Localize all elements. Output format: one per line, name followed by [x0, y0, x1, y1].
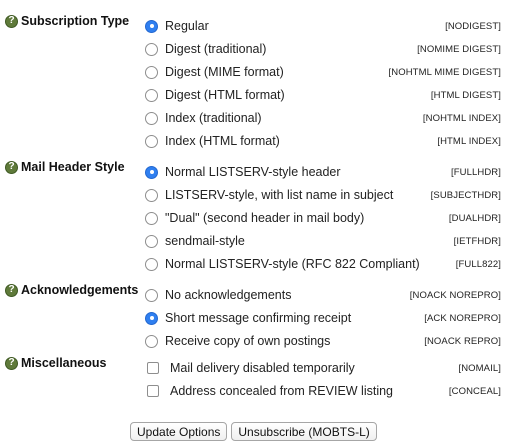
radio-button[interactable]	[145, 257, 158, 271]
option-code: [HTML INDEX]	[437, 135, 501, 147]
option-code: [CONCEAL]	[448, 385, 501, 397]
help-icon[interactable]: ?	[5, 356, 18, 370]
option-label: Mail delivery disabled temporarily	[170, 361, 355, 375]
option-label: Digest (HTML format)	[165, 88, 285, 102]
section-title: Subscription Type	[21, 14, 130, 28]
help-icon[interactable]: ?	[5, 160, 18, 174]
checkbox[interactable]	[147, 385, 159, 397]
option-label: "Dual" (second header in mail body)	[165, 211, 365, 225]
option-row[interactable]: Short message confirming receipt [ACK NOR…	[145, 309, 501, 327]
option-row[interactable]: sendmail-style [IETFHDR]	[145, 232, 501, 250]
section-header: ? Miscellaneous	[5, 356, 106, 370]
help-icon[interactable]: ?	[5, 14, 18, 28]
option-row[interactable]: "Dual" (second header in mail body) [DUAL…	[145, 209, 501, 227]
option-code: [ACK NOREPRO]	[424, 312, 501, 324]
option-code: [NODIGEST]	[445, 20, 501, 32]
option-code: [NOACK NOREPRO]	[409, 289, 501, 301]
section-header: ? Mail Header Style	[5, 160, 125, 174]
option-row[interactable]: Index (HTML format) [HTML INDEX]	[145, 132, 501, 150]
option-code: [FULLHDR]	[451, 166, 501, 178]
option-row[interactable]: Normal LISTSERV-style header [FULLHDR]	[145, 163, 501, 181]
option-label: LISTSERV-style, with list name in subjec…	[165, 188, 394, 202]
radio-button[interactable]	[145, 65, 158, 79]
update-options-button[interactable]: Update Options	[130, 422, 228, 441]
option-code: [NOHTML INDEX]	[422, 112, 501, 124]
option-code: [NOMIME DIGEST]	[417, 43, 501, 55]
section-title: Mail Header Style	[21, 160, 125, 174]
radio-button[interactable]	[145, 211, 158, 225]
radio-button[interactable]	[145, 234, 158, 248]
radio-button[interactable]	[145, 334, 158, 348]
option-label: Digest (traditional)	[165, 42, 267, 56]
option-code: [NOHTML MIME DIGEST]	[388, 66, 501, 78]
option-label: Receive copy of own postings	[165, 334, 331, 348]
option-label: Index (HTML format)	[165, 134, 280, 148]
option-label: Normal LISTSERV-style header	[165, 165, 341, 179]
option-label: Normal LISTSERV-style (RFC 822 Compliant…	[165, 257, 420, 271]
radio-button-selected[interactable]	[145, 19, 158, 33]
option-row[interactable]: Index (traditional) [NOHTML INDEX]	[145, 109, 501, 127]
option-row[interactable]: Receive copy of own postings [NOACK REPRO…	[145, 332, 501, 350]
option-label: No acknowledgements	[165, 288, 292, 302]
section-title: Acknowledgements	[21, 283, 139, 297]
option-row[interactable]: Digest (HTML format) [HTML DIGEST]	[145, 86, 501, 104]
radio-button-selected[interactable]	[145, 311, 158, 325]
option-code: [DUALHDR]	[448, 212, 501, 224]
option-code: [HTML DIGEST]	[430, 89, 501, 101]
radio-button[interactable]	[145, 42, 158, 56]
radio-button-selected[interactable]	[145, 165, 158, 179]
radio-button[interactable]	[145, 134, 158, 148]
option-row[interactable]: Digest (MIME format) [NOHTML MIME DIGEST]	[145, 63, 501, 81]
option-row[interactable]: No acknowledgements [NOACK NOREPRO]	[145, 286, 501, 304]
section-header: ? Subscription Type	[5, 14, 129, 28]
radio-button[interactable]	[145, 88, 158, 102]
unsubscribe-button[interactable]: Unsubscribe (MOBTS-L)	[231, 422, 377, 441]
radio-button[interactable]	[145, 111, 158, 125]
option-label: Short message confirming receipt	[165, 311, 352, 325]
section-header: ? Acknowledgements	[5, 283, 138, 297]
radio-button[interactable]	[145, 188, 158, 202]
option-code: [IETFHDR]	[453, 235, 501, 247]
option-label: Address concealed from REVIEW listing	[170, 384, 394, 398]
option-label: Digest (MIME format)	[165, 65, 284, 79]
option-code: [NOMAIL]	[458, 362, 501, 374]
option-code: [NOACK REPRO]	[424, 335, 501, 347]
option-row[interactable]: Mail delivery disabled temporarily [NOMAI…	[145, 359, 501, 377]
option-label: Index (traditional)	[165, 111, 262, 125]
help-icon[interactable]: ?	[5, 283, 18, 297]
option-code: [FULL822]	[455, 258, 501, 270]
section-title: Miscellaneous	[21, 356, 107, 370]
option-row[interactable]: LISTSERV-style, with list name in subjec…	[145, 186, 501, 204]
option-row[interactable]: Address concealed from REVIEW listing [CO…	[145, 382, 501, 400]
option-row[interactable]: Normal LISTSERV-style (RFC 822 Compliant…	[145, 255, 501, 273]
checkbox[interactable]	[147, 362, 159, 374]
radio-button[interactable]	[145, 288, 158, 302]
option-code: [SUBJECTHDR]	[430, 189, 501, 201]
form-buttons: Update Options Unsubscribe (MOBTS-L)	[130, 422, 377, 441]
option-label: Regular	[165, 19, 209, 33]
option-row[interactable]: Regular [NODIGEST]	[145, 17, 501, 35]
option-label: sendmail-style	[165, 234, 245, 248]
option-row[interactable]: Digest (traditional) [NOMIME DIGEST]	[145, 40, 501, 58]
